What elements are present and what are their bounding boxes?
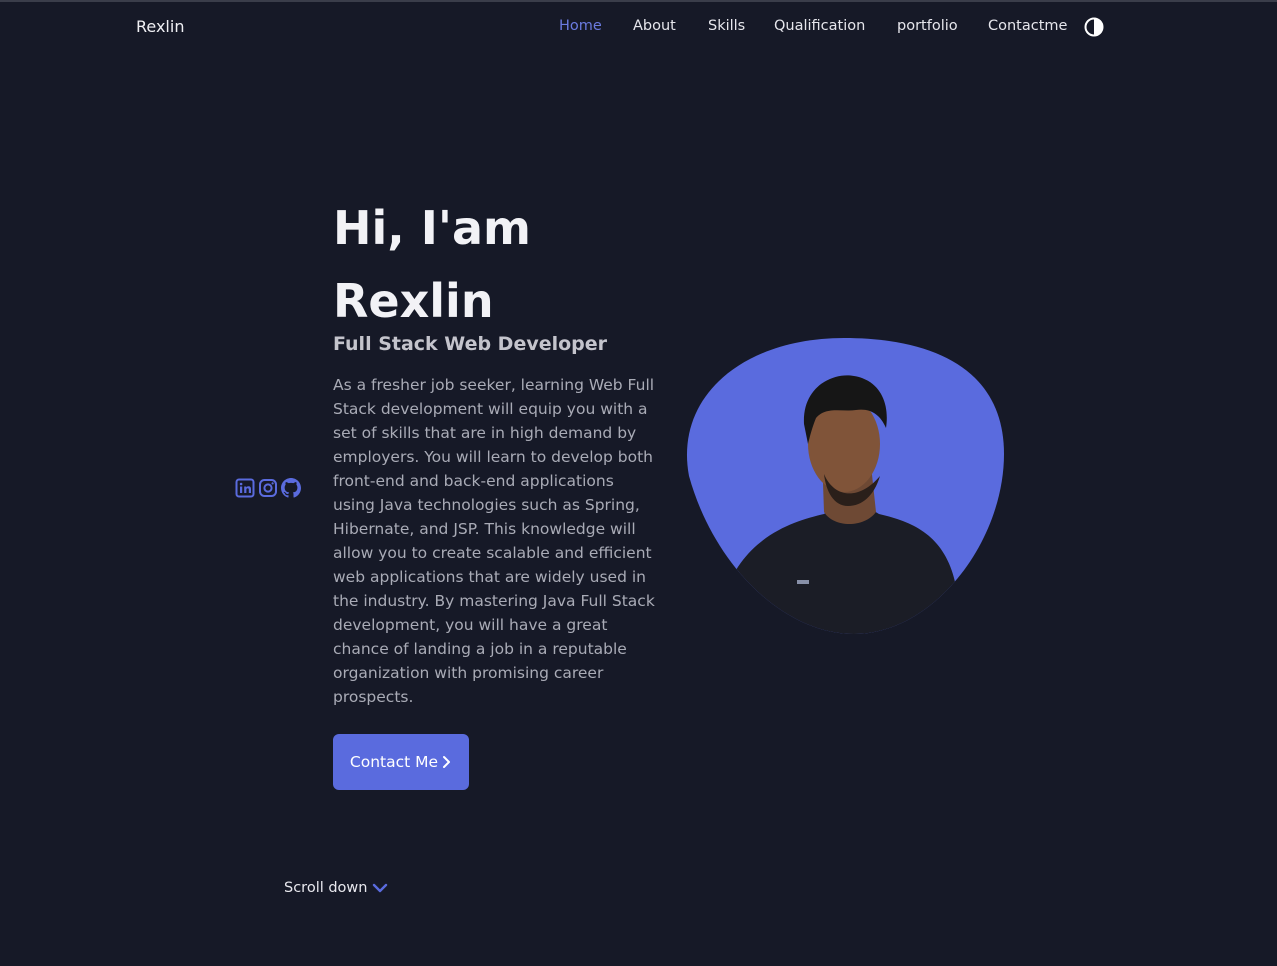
chevron-down-icon [373,883,388,893]
scroll-down-label: Scroll down [284,880,368,896]
instagram-icon [259,479,277,497]
profile-blob [686,338,1004,634]
nav-link-contactme[interactable]: Contactme [988,18,1067,34]
site-header: Rexlin Home About Skills Qualification p… [0,0,1277,54]
contrast-icon [1084,17,1104,37]
theme-toggle-button[interactable] [1084,17,1104,37]
linkedin-icon [235,478,255,498]
nav-link-portfolio[interactable]: portfolio [897,18,958,34]
contact-me-label: Contact Me [349,753,439,771]
github-link[interactable] [281,478,301,498]
nav-link-about[interactable]: About [633,18,676,34]
github-icon [281,478,301,498]
hero-subtitle: Full Stack Web Developer [333,333,608,355]
nav-link-skills[interactable]: Skills [708,18,745,34]
chevron-right-icon [443,756,451,768]
scroll-down-link[interactable]: Scroll down [284,878,389,898]
hero-description: As a fresher job seeker, learning Web Fu… [333,376,655,706]
hero-title: Hi, I'am Rexlin [333,201,531,328]
nav-link-qualification[interactable]: Qualification [774,18,865,34]
contact-me-button[interactable]: Contact Me [333,734,469,790]
instagram-link[interactable] [258,478,278,498]
linkedin-link[interactable] [235,478,255,498]
nav-link-home[interactable]: Home [559,18,602,34]
